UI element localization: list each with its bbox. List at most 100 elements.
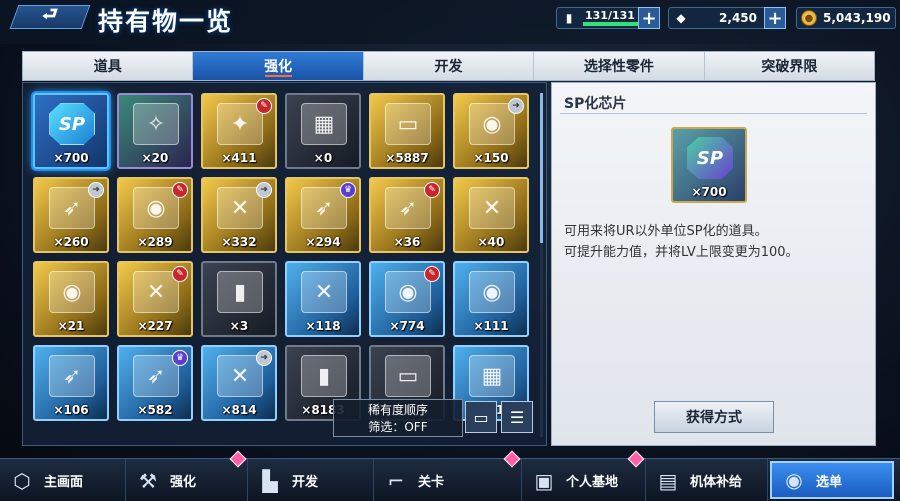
nav-base[interactable]: ▣ 个人基地: [522, 459, 646, 501]
gem-value: 2,450: [719, 11, 757, 25]
tab-items[interactable]: 道具: [23, 52, 194, 80]
tab-develop[interactable]: 开发: [364, 52, 535, 80]
item-quantity: ×150: [473, 151, 509, 165]
item-slot[interactable]: ✕ ✎ ×227: [117, 261, 193, 337]
item-slot[interactable]: ◉ ➜ ×150: [453, 93, 529, 169]
sort-order-label: 稀有度顺序: [367, 403, 428, 417]
memory-card-icon: ▮: [301, 355, 347, 397]
laptop-icon: ▭: [385, 355, 431, 397]
coin-counter: ● 5,043,190: [796, 7, 896, 29]
scrollbar-thumb[interactable]: [540, 93, 543, 243]
item-quantity: ×36: [393, 235, 421, 249]
item-slot[interactable]: ✕ ➜ ×814: [201, 345, 277, 421]
view-toggle-button[interactable]: ▭: [465, 401, 497, 433]
item-slot[interactable]: ➶ ♛ ×294: [285, 177, 361, 253]
item-slot[interactable]: ✕ ×40: [453, 177, 529, 253]
menu-icon: ◉: [785, 468, 803, 492]
item-slot[interactable]: ◉ ×21: [33, 261, 109, 337]
item-quantity: ×289: [137, 235, 173, 249]
item-slot[interactable]: ✕ ➜ ×332: [201, 177, 277, 253]
tab-optional-parts[interactable]: 选择性零件: [534, 52, 705, 80]
divider: [560, 113, 867, 114]
supply-crate-icon: ▤: [658, 468, 678, 493]
item-detail-quantity: ×700: [691, 185, 727, 199]
item-name: SP化芯片: [564, 96, 627, 112]
tab-enhance[interactable]: 强化: [193, 52, 364, 80]
rifle-icon: ⌐: [387, 468, 405, 493]
rarity-badge-icon: ♛: [172, 350, 188, 366]
item-quantity: ×774: [389, 319, 425, 333]
nav-home[interactable]: ⬡ 主画面: [0, 459, 126, 501]
item-quantity: ×700: [53, 151, 89, 165]
rarity-badge-icon: ➜: [256, 350, 272, 366]
sort-order-button[interactable]: ☰: [501, 401, 533, 433]
how-to-obtain-button[interactable]: 获得方式: [654, 401, 774, 433]
nav-enhance[interactable]: ⚒ 强化: [126, 459, 248, 501]
laptop-icon: ▭: [385, 103, 431, 145]
item-quantity: ×332: [221, 235, 257, 249]
grid-scrollbar[interactable]: [540, 93, 543, 437]
crest-icon: ✧: [133, 103, 179, 145]
nav-develop-label: 开发: [292, 475, 319, 490]
page-title: 持有物一览: [98, 7, 234, 36]
nav-develop[interactable]: ▙ 开发: [248, 459, 374, 501]
description-line: 可提升能力值，并将LV上限变更为100。: [564, 245, 799, 260]
item-slot[interactable]: ◉ ×111: [453, 261, 529, 337]
item-slot[interactable]: SP ×700: [33, 93, 109, 169]
base-icon: ▣: [534, 468, 554, 493]
item-slot[interactable]: ➶ ✎ ×36: [369, 177, 445, 253]
item-slot[interactable]: ▦ ×0: [285, 93, 361, 169]
wrench-icon: ⚒: [139, 468, 157, 493]
item-slot[interactable]: ✕ ×118: [285, 261, 361, 337]
description-line: 可用来将UR以外单位SP化的道具。: [564, 224, 768, 239]
item-slot[interactable]: ✦ ✎ ×411: [201, 93, 277, 169]
sp-chip-icon: SP: [49, 103, 95, 145]
item-quantity: ×5887: [385, 151, 429, 165]
back-button[interactable]: ⮐: [9, 4, 91, 29]
nav-supply[interactable]: ▤ 机体补给: [646, 459, 768, 501]
item-slot[interactable]: ➶ ×106: [33, 345, 109, 421]
nav-home-label: 主画面: [44, 475, 84, 490]
add-energy-button[interactable]: +: [638, 7, 660, 29]
rarity-badge-icon: ➜: [256, 182, 272, 198]
item-slot[interactable]: ▭ ×5887: [369, 93, 445, 169]
rarity-badge-icon: ✎: [424, 266, 440, 282]
item-slot[interactable]: ✧ ×20: [117, 93, 193, 169]
filter-status-label: 筛选：OFF: [368, 420, 428, 434]
tab-limit-break[interactable]: 突破界限: [705, 52, 874, 80]
item-slot[interactable]: ➶ ➜ ×260: [33, 177, 109, 253]
back-arrow-icon: ⮐: [41, 4, 59, 25]
item-slot[interactable]: ▮ ×3: [201, 261, 277, 337]
sort-filter-box[interactable]: 稀有度顺序 筛选：OFF: [333, 399, 463, 437]
coin-icon: ●: [801, 10, 817, 26]
gem-counter: ◆ 2,450 +: [668, 7, 786, 29]
item-quantity: ×260: [53, 235, 89, 249]
item-detail-panel: SP化芯片 SP ×700 可用来将UR以外单位SP化的道具。 可提升能力值，并…: [551, 82, 876, 446]
sp-chip-icon: SP: [687, 137, 733, 179]
item-slot[interactable]: ◉ ✎ ×289: [117, 177, 193, 253]
item-description: 可用来将UR以外单位SP化的道具。 可提升能力值，并将LV上限变更为100。: [564, 221, 869, 263]
item-quantity: ×814: [221, 403, 257, 417]
menu-button[interactable]: ◉ 选单: [770, 461, 894, 499]
item-quantity: ×227: [137, 319, 173, 333]
rarity-badge-icon: ♛: [340, 182, 356, 198]
rarity-badge-icon: ✎: [172, 182, 188, 198]
item-quantity: ×582: [137, 403, 173, 417]
item-quantity: ×111: [473, 319, 509, 333]
top-bar: ⮐ 持有物一览 ▮ 131/131 + ◆ 2,450 + ● 5,043,19…: [0, 0, 900, 44]
energy-value: 131/131: [585, 9, 635, 22]
item-grid: SP ×700 ✧ ×20 ✦ ✎ ×411 ▦ ×0 ▭ ×5887 ◉ ➜ ×150 ➶ ➜ ×260 ◉ ✎ ×…: [33, 93, 529, 421]
data-cards-icon: ▦: [469, 355, 515, 397]
gem-icon: ◆: [676, 11, 686, 25]
item-quantity: ×411: [221, 151, 257, 165]
crest-icon: ➶: [49, 355, 95, 397]
item-slot[interactable]: ➶ ♛ ×582: [117, 345, 193, 421]
nav-stage[interactable]: ⌐ 关卡: [374, 459, 522, 501]
rarity-badge-icon: ➜: [88, 182, 104, 198]
add-gems-button[interactable]: +: [764, 7, 786, 29]
item-slot[interactable]: ◉ ✎ ×774: [369, 261, 445, 337]
data-cards-icon: ▦: [301, 103, 347, 145]
nav-stage-label: 关卡: [418, 475, 445, 490]
energy-counter: ▮ 131/131 +: [556, 7, 660, 29]
rarity-badge-icon: ➜: [508, 98, 524, 114]
